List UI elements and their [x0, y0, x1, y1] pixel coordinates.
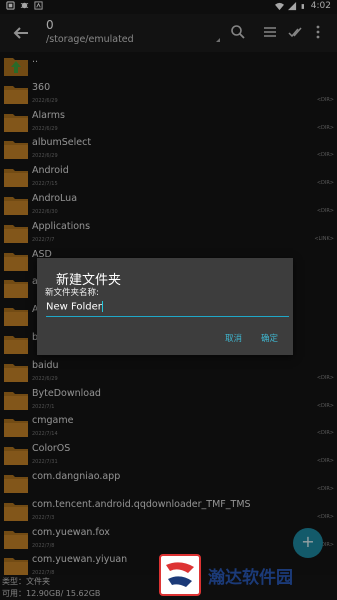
cancel-button[interactable]: 取消: [225, 332, 242, 344]
watermark-text: 瀚达软件园: [208, 568, 293, 588]
folder-name-input[interactable]: New Folder: [46, 301, 289, 315]
folder-name-label: 新文件夹名称:: [45, 288, 99, 298]
folder-name-value: New Folder: [46, 301, 102, 313]
input-underline: [46, 316, 289, 317]
new-folder-dialog: 新建文件夹 新文件夹名称: New Folder 取消 确定: [37, 258, 293, 355]
confirm-button[interactable]: 确定: [261, 332, 278, 344]
text-caret: [101, 301, 103, 312]
watermark-logo-icon: [159, 554, 201, 596]
watermark: 瀚达软件园: [150, 549, 337, 600]
